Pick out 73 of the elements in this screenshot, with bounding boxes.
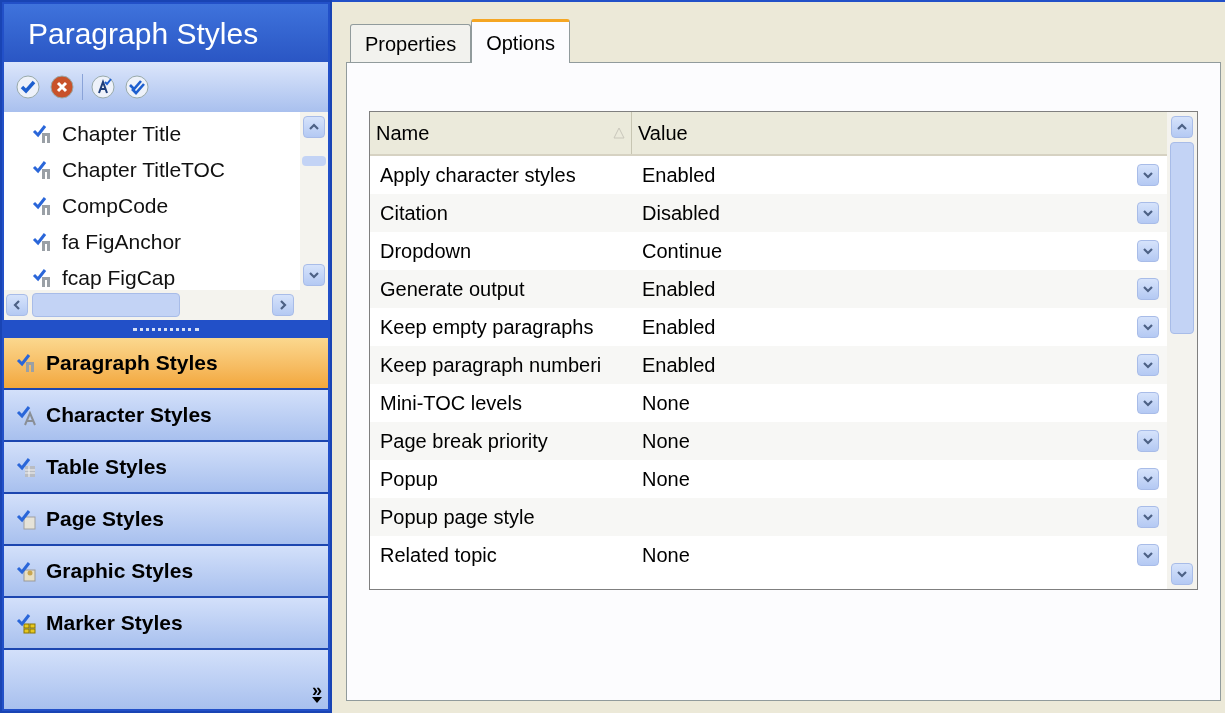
property-name: Related topic	[379, 543, 498, 568]
nav-button[interactable]: Page Styles	[4, 494, 328, 546]
scroll-right-button[interactable]	[272, 294, 294, 316]
toolbar-button[interactable]	[48, 73, 76, 101]
tree-item[interactable]: Chapter Title	[62, 118, 182, 150]
nav-button[interactable]: Graphic Styles	[4, 546, 328, 598]
tree-item[interactable]: Chapter TitleTOC	[62, 154, 225, 186]
value-dropdown[interactable]: Enabled	[632, 350, 1167, 380]
column-header[interactable]: Value	[632, 118, 694, 148]
check-icon	[15, 74, 41, 100]
toolbar-button[interactable]	[89, 73, 117, 101]
remove-icon	[49, 74, 75, 100]
dropdown-button[interactable]	[1137, 430, 1159, 452]
scroll-down-button[interactable]	[1171, 563, 1193, 585]
dropdown-button[interactable]	[1137, 354, 1159, 376]
graphic-style-icon	[16, 560, 38, 582]
dropdown-button[interactable]	[1137, 316, 1159, 338]
double-check-icon	[124, 74, 150, 100]
dropdown-button[interactable]	[1137, 506, 1159, 528]
dropdown-button[interactable]	[1137, 468, 1159, 490]
dropdown-button[interactable]	[1137, 240, 1159, 262]
tree-item[interactable]: fa FigAnchor	[62, 226, 182, 258]
page-style-icon	[16, 508, 38, 530]
toolbar-button[interactable]	[14, 73, 42, 101]
caret-icon	[312, 697, 322, 703]
scroll-thumb[interactable]	[1170, 142, 1194, 334]
sort-icon	[613, 127, 625, 139]
toolbar-button[interactable]	[123, 73, 151, 101]
property-name: Popup	[379, 467, 439, 492]
font-check-icon	[90, 74, 116, 100]
nav-button[interactable]: Table Styles	[4, 442, 328, 494]
tree-item[interactable]: fcap FigCap	[62, 262, 176, 290]
tree-item[interactable]: CompCode	[62, 190, 169, 222]
tab[interactable]: Properties	[350, 24, 472, 62]
marker-style-icon	[16, 612, 38, 634]
property-name: Page break priority	[379, 429, 549, 454]
scroll-up-button[interactable]	[1171, 116, 1193, 138]
scroll-up-button[interactable]	[303, 116, 325, 138]
value-dropdown[interactable]: None	[632, 464, 1167, 494]
property-name: Generate output	[379, 277, 526, 302]
nav-button[interactable]: Character Styles	[4, 390, 328, 442]
nav-button[interactable]: Paragraph Styles	[4, 338, 328, 390]
value-dropdown[interactable]: Disabled	[632, 198, 1167, 228]
dropdown-button[interactable]	[1137, 544, 1159, 566]
scroll-thumb[interactable]	[302, 156, 326, 166]
table-style-icon	[16, 456, 38, 478]
scroll-thumb[interactable]	[32, 293, 180, 317]
value-dropdown[interactable]: None	[632, 388, 1167, 418]
dropdown-button[interactable]	[1137, 202, 1159, 224]
value-dropdown[interactable]: None	[632, 540, 1167, 570]
dropdown-button[interactable]	[1137, 164, 1159, 186]
panel-title: Paragraph Styles	[4, 4, 328, 62]
value-dropdown[interactable]: Enabled	[632, 274, 1167, 304]
dropdown-button[interactable]	[1137, 392, 1159, 414]
scroll-down-button[interactable]	[303, 264, 325, 286]
dropdown-button[interactable]	[1137, 278, 1159, 300]
property-name: Citation	[379, 201, 449, 226]
scroll-left-button[interactable]	[6, 294, 28, 316]
value-dropdown[interactable]: None	[632, 426, 1167, 456]
column-header[interactable]: Name	[370, 112, 632, 154]
property-name: Keep paragraph numberi	[379, 353, 603, 378]
character-style-icon	[16, 404, 38, 426]
property-name: Popup page style	[379, 505, 536, 530]
value-dropdown[interactable]: Continue	[632, 236, 1167, 266]
more-buttons[interactable]: »	[312, 683, 322, 703]
property-name: Keep empty paragraphs	[379, 315, 595, 340]
property-name: Dropdown	[379, 239, 473, 264]
value-dropdown[interactable]: Enabled	[632, 160, 1167, 190]
property-name: Mini-TOC levels	[379, 391, 523, 416]
tab[interactable]: Options	[471, 19, 571, 63]
property-name: Apply character styles	[379, 163, 577, 188]
value-dropdown[interactable]: Enabled	[632, 312, 1167, 342]
nav-button[interactable]: Marker Styles	[4, 598, 328, 650]
